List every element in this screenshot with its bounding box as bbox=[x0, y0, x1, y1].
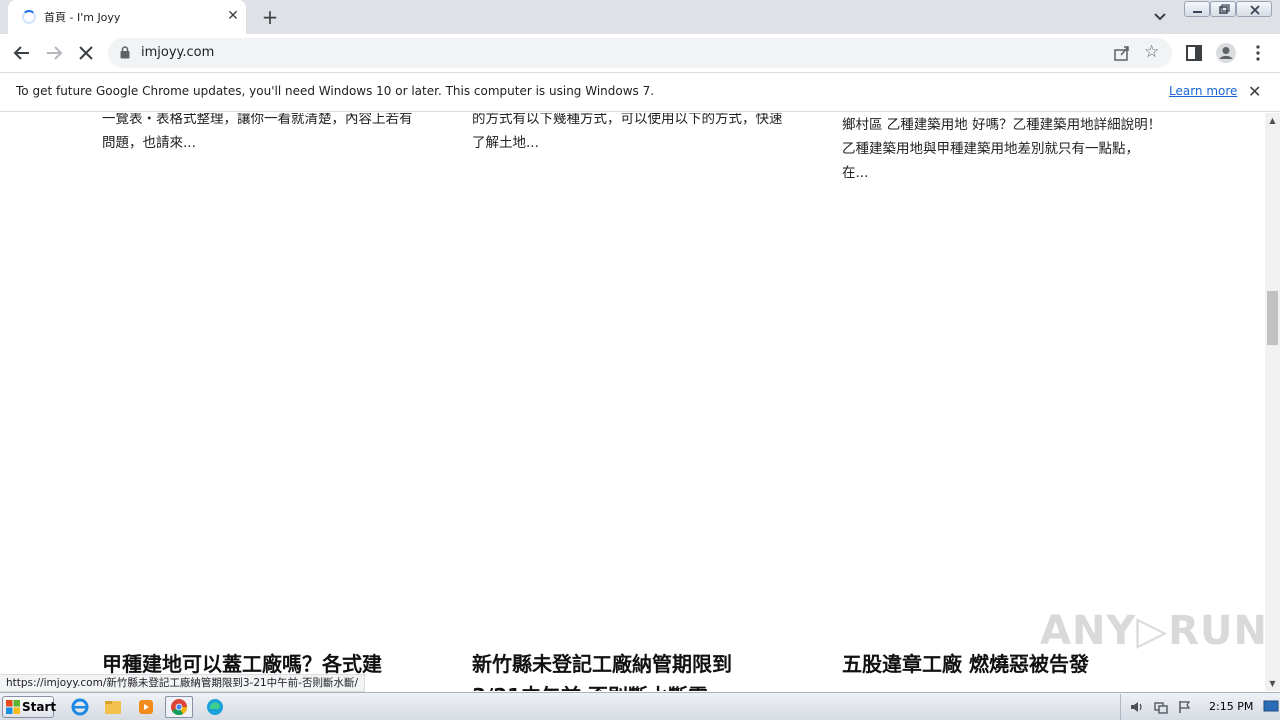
system-tray: 2:15 PM bbox=[1120, 694, 1280, 720]
edge-icon[interactable] bbox=[201, 696, 229, 718]
media-player-icon[interactable] bbox=[132, 696, 160, 718]
forward-arrow-icon[interactable] bbox=[42, 41, 66, 65]
window-restore-button[interactable] bbox=[1210, 1, 1236, 17]
article-excerpt-2: 的方式有以下幾種方式，可以使用以下的方式，快速了解土地... bbox=[472, 113, 783, 151]
loading-spinner-icon bbox=[22, 10, 36, 24]
windows-taskbar: Start 2:15 PM bbox=[0, 692, 1280, 720]
page-scrollbar[interactable]: ▲ ▼ bbox=[1265, 113, 1280, 691]
action-center-flag-icon[interactable] bbox=[1177, 699, 1193, 715]
start-label: Start bbox=[22, 700, 57, 714]
status-url-bubble: https://imjoyy.com/新竹縣未登記工廠納管期限到3-21中午前-… bbox=[0, 674, 366, 692]
side-panel-icon[interactable] bbox=[1182, 41, 1206, 65]
speaker-icon[interactable] bbox=[1129, 699, 1145, 715]
tab-title: 首頁 - I'm Joyy bbox=[44, 11, 121, 24]
tab-close-button[interactable]: ✕ bbox=[224, 7, 242, 25]
chrome-menu-icon[interactable] bbox=[1246, 41, 1270, 65]
window-close-button[interactable] bbox=[1236, 1, 1272, 17]
taskbar-clock[interactable]: 2:15 PM bbox=[1209, 700, 1253, 713]
scroll-up-arrow-icon[interactable]: ▲ bbox=[1265, 113, 1280, 128]
bookmark-star-icon[interactable]: ☆ bbox=[1144, 42, 1159, 62]
tab-home[interactable]: 首頁 - I'm Joyy ✕ bbox=[8, 0, 246, 34]
scroll-down-arrow-icon[interactable]: ▼ bbox=[1265, 676, 1280, 691]
lock-icon[interactable] bbox=[120, 46, 130, 59]
address-bar[interactable]: imjoyy.com ☆ bbox=[108, 38, 1172, 68]
anyrun-watermark-logo: ANY▷RUN bbox=[1040, 608, 1268, 654]
chrome-taskbar-button[interactable] bbox=[165, 696, 193, 718]
article-excerpt-1: 一覽表・表格式整理，讓你一看就清楚，內容上若有問題，也請來... bbox=[102, 113, 413, 151]
article-headline-2[interactable]: 新竹縣未登記工廠納管期限到 bbox=[472, 649, 792, 679]
network-icon[interactable] bbox=[1153, 699, 1169, 715]
back-arrow-icon[interactable] bbox=[10, 41, 34, 65]
update-infobar: To get future Google Chrome updates, you… bbox=[0, 72, 1280, 112]
learn-more-link[interactable]: Learn more bbox=[1169, 84, 1237, 98]
windows-flag-icon bbox=[6, 700, 20, 714]
stop-loading-icon[interactable] bbox=[74, 41, 98, 65]
folder-icon[interactable] bbox=[99, 696, 127, 718]
chrome-icon bbox=[171, 699, 188, 716]
start-button[interactable]: Start bbox=[2, 696, 57, 718]
tab-strip: 首頁 - I'm Joyy ✕ + bbox=[0, 0, 1280, 34]
window-minimize-button[interactable] bbox=[1184, 1, 1210, 17]
url-text[interactable]: imjoyy.com bbox=[141, 45, 214, 60]
new-tab-button[interactable]: + bbox=[258, 5, 282, 29]
infobar-message: To get future Google Chrome updates, you… bbox=[16, 84, 655, 98]
ie-icon[interactable] bbox=[66, 696, 94, 718]
infobar-close-button[interactable]: ✕ bbox=[1248, 83, 1261, 101]
profile-avatar-icon[interactable] bbox=[1214, 41, 1238, 65]
article-headline-2-line-2[interactable]: 3/21中午前 否則斷水斷電 bbox=[472, 681, 792, 691]
show-desktop-icon[interactable] bbox=[1263, 697, 1279, 715]
article-excerpt-3: 鄉村區 乙種建築用地 好嗎？乙種建築用地詳細說明！乙種建築用地與甲種建築用地差別… bbox=[842, 117, 1162, 181]
tab-search-chevron-icon[interactable] bbox=[1150, 8, 1170, 26]
share-icon[interactable] bbox=[1113, 44, 1131, 62]
page-content: 一覽表・表格式整理，讓你一看就清楚，內容上若有問題，也請來... 的方式有以下幾… bbox=[0, 113, 1265, 691]
browser-toolbar: imjoyy.com ☆ bbox=[0, 34, 1280, 72]
scrollbar-thumb[interactable] bbox=[1267, 291, 1278, 346]
